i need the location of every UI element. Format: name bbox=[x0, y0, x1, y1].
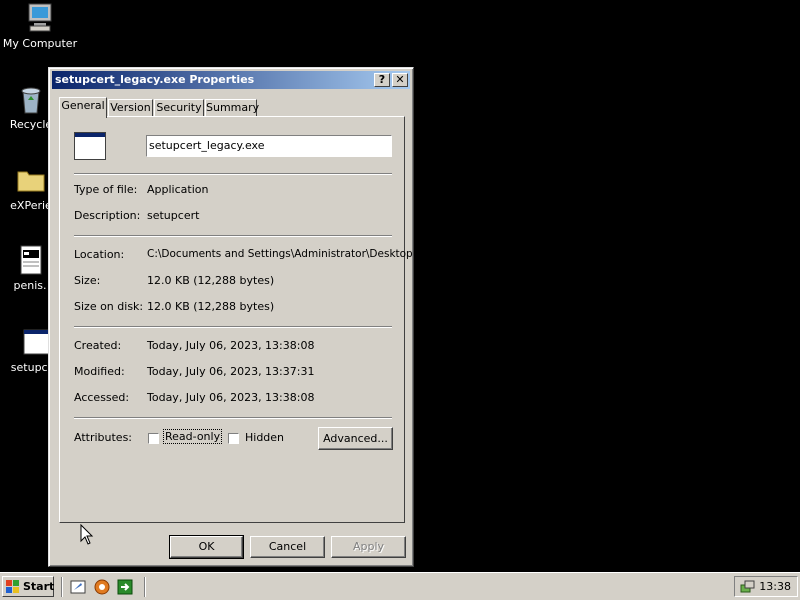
description-label: Description: bbox=[74, 209, 141, 222]
browser-icon[interactable] bbox=[94, 579, 110, 598]
mouse-cursor-icon bbox=[80, 523, 94, 549]
tab-summary[interactable]: Summary bbox=[205, 99, 259, 117]
start-button[interactable]: Start bbox=[2, 576, 54, 597]
separator bbox=[74, 326, 392, 328]
help-button[interactable]: ? bbox=[374, 73, 390, 87]
description-value: setupcert bbox=[147, 209, 200, 222]
dialog-titlebar[interactable]: setupcert_legacy.exe Properties ? ✕ bbox=[52, 71, 410, 89]
switch-windows-icon[interactable] bbox=[117, 579, 133, 598]
properties-dialog: setupcert_legacy.exe Properties ? ✕ Gene… bbox=[48, 67, 414, 567]
type-label: Type of file: bbox=[74, 183, 138, 196]
separator bbox=[74, 235, 392, 237]
clock[interactable]: 13:38 bbox=[759, 580, 791, 593]
tab-general[interactable]: General bbox=[59, 97, 107, 118]
desktop-icon-my-computer[interactable]: My Computer bbox=[0, 2, 80, 50]
accessed-value: Today, July 06, 2023, 13:38:08 bbox=[147, 391, 315, 404]
separator bbox=[74, 173, 392, 175]
my-computer-icon bbox=[24, 2, 56, 34]
file-type-icon bbox=[74, 132, 106, 163]
start-label: Start bbox=[23, 580, 55, 593]
modified-value: Today, July 06, 2023, 13:37:31 bbox=[147, 365, 315, 378]
readonly-checkbox[interactable] bbox=[148, 433, 159, 444]
desktop-icon-label: My Computer bbox=[2, 37, 78, 50]
hidden-checkbox[interactable] bbox=[228, 433, 239, 444]
system-tray: 13:38 bbox=[734, 576, 798, 597]
advanced-button[interactable]: Advanced... bbox=[318, 427, 393, 450]
apply-button[interactable]: Apply bbox=[331, 536, 406, 558]
size-label: Size: bbox=[74, 274, 101, 287]
show-desktop-icon[interactable] bbox=[70, 579, 86, 598]
tab-security[interactable]: Security bbox=[154, 99, 204, 117]
filename-input[interactable]: setupcert_legacy.exe bbox=[146, 135, 392, 157]
recycle-bin-icon bbox=[15, 83, 47, 115]
accessed-label: Accessed: bbox=[74, 391, 130, 404]
hidden-label[interactable]: Hidden bbox=[245, 431, 284, 444]
modified-label: Modified: bbox=[74, 365, 125, 378]
size-value: 12.0 KB (12,288 bytes) bbox=[147, 274, 275, 287]
size-on-disk-label: Size on disk: bbox=[74, 300, 144, 313]
taskbar-divider bbox=[144, 577, 146, 597]
size-on-disk-value: 12.0 KB (12,288 bytes) bbox=[147, 300, 275, 313]
taskbar-divider bbox=[61, 577, 63, 597]
general-tab-panel: setupcert_legacy.exe Type of file: Appli… bbox=[59, 116, 413, 523]
network-tray-icon[interactable] bbox=[739, 579, 755, 598]
cancel-button[interactable]: Cancel bbox=[250, 536, 325, 558]
file-icon bbox=[14, 244, 46, 276]
attributes-label: Attributes: bbox=[74, 431, 133, 444]
folder-icon bbox=[15, 164, 47, 196]
tab-version[interactable]: Version bbox=[108, 99, 153, 117]
separator bbox=[74, 417, 392, 419]
created-value: Today, July 06, 2023, 13:38:08 bbox=[147, 339, 315, 352]
readonly-label[interactable]: Read-only bbox=[162, 429, 223, 444]
ok-button[interactable]: OK bbox=[169, 535, 244, 559]
location-label: Location: bbox=[74, 248, 125, 261]
created-label: Created: bbox=[74, 339, 122, 352]
windows-logo-icon bbox=[6, 580, 20, 599]
taskbar: Start 13:38 bbox=[0, 572, 800, 600]
location-value: C:\Documents and Settings\Administrator\… bbox=[147, 248, 413, 260]
close-button[interactable]: ✕ bbox=[392, 73, 408, 87]
dialog-title: setupcert_legacy.exe Properties bbox=[55, 73, 255, 86]
type-value: Application bbox=[147, 183, 209, 196]
